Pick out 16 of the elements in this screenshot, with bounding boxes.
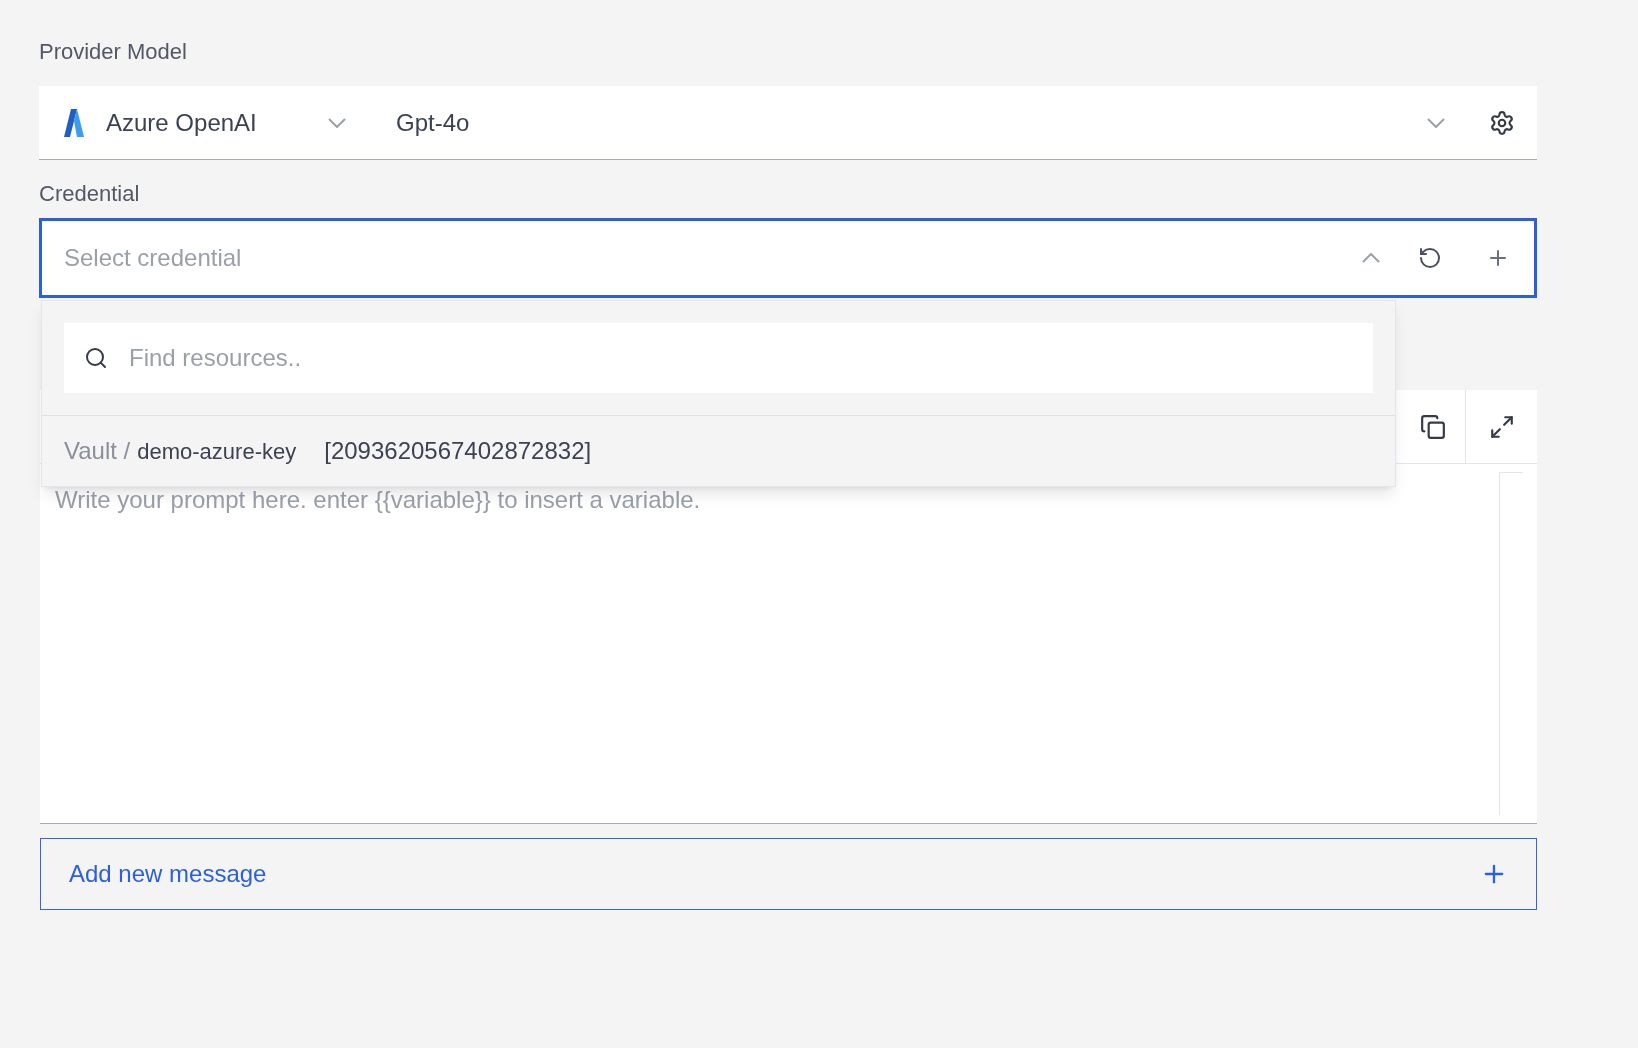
- refresh-icon: [1418, 246, 1442, 270]
- add-message-button[interactable]: Add new message: [40, 838, 1537, 910]
- model-dropdown[interactable]: Gpt-4o: [396, 104, 1455, 141]
- field-label: Credential: [39, 180, 140, 208]
- expand-icon: [1488, 413, 1515, 440]
- search-icon: [84, 346, 108, 370]
- provider-dropdown[interactable]: Azure OpenAI: [106, 104, 346, 141]
- chevron-up-icon: [1362, 253, 1380, 263]
- chevron-down-icon: [328, 117, 346, 128]
- field-label: Provider Model: [39, 38, 187, 66]
- settings-icon: [1489, 109, 1515, 136]
- search-field[interactable]: Find resources..: [64, 323, 1373, 393]
- chevron-down-icon: [1427, 117, 1445, 128]
- provider-logo-icon: [64, 108, 84, 137]
- credential-option[interactable]: Vault / demo-azure-key [2093620567402872832]: [42, 416, 1395, 486]
- copy-icon: [1419, 413, 1446, 440]
